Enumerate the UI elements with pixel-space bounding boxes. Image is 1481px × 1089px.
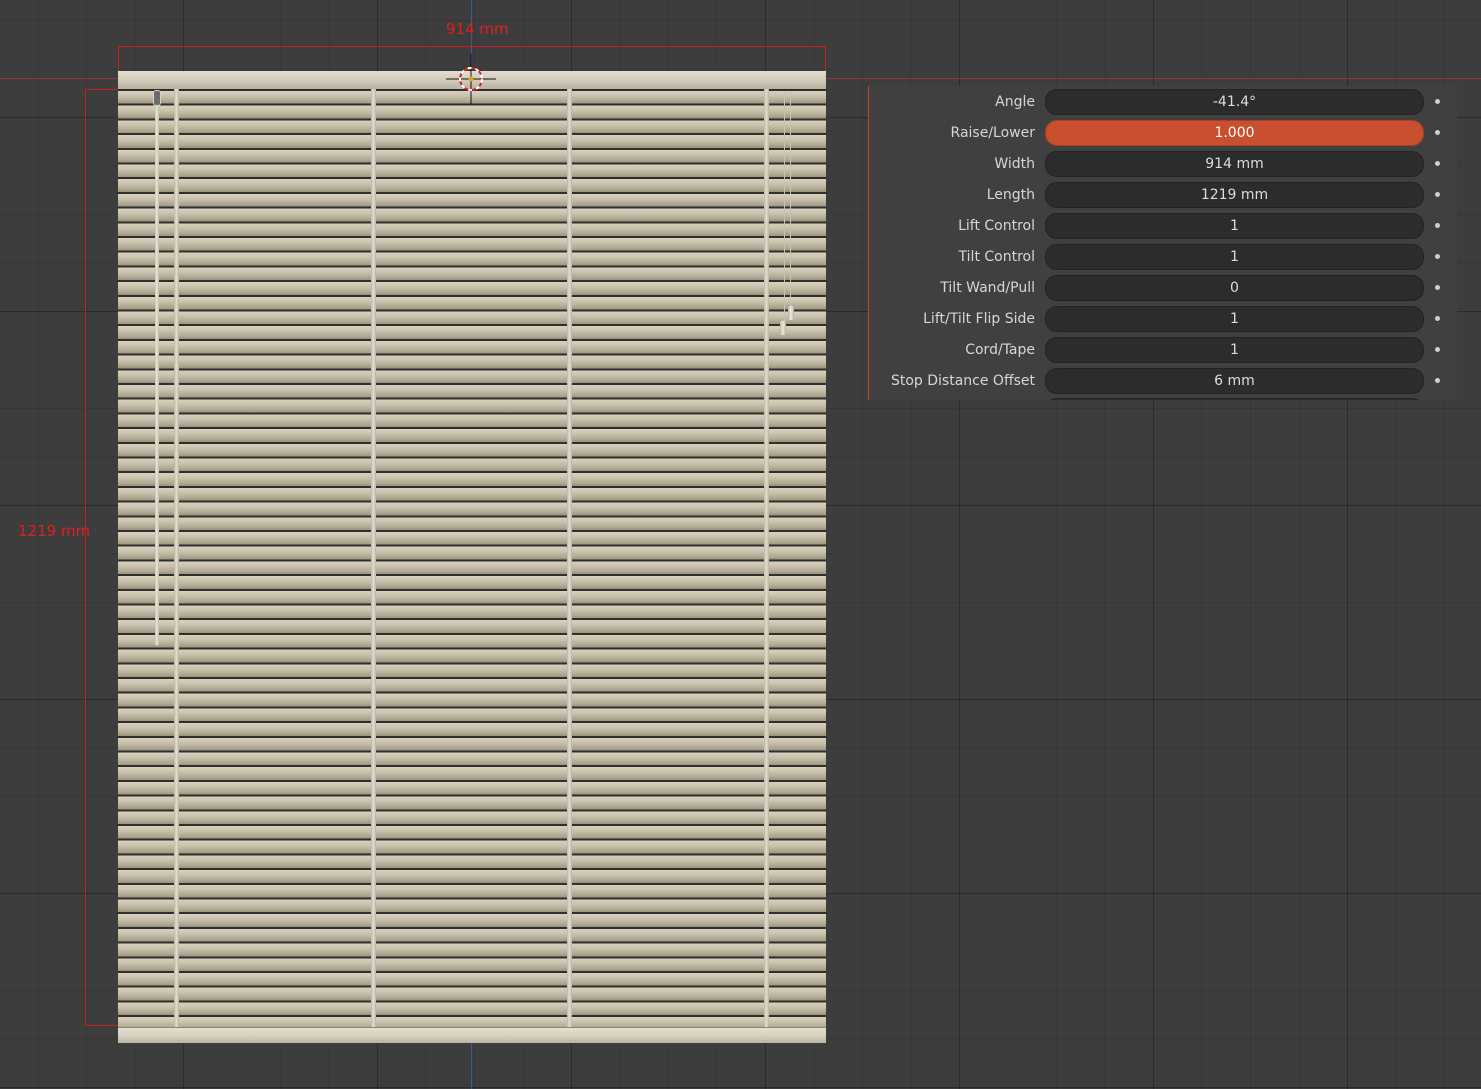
- prop-row-tilt-wand-pull: Tilt Wand/Pull 0: [869, 275, 1457, 301]
- stop-distance-offset-field[interactable]: 6 mm: [1045, 368, 1424, 394]
- ladder-tape: [764, 89, 769, 1035]
- lift-control-field[interactable]: 1: [1045, 213, 1424, 239]
- prop-row-angle: Angle -41.4°: [869, 89, 1457, 115]
- prop-label: Lift/Tilt Flip Side: [923, 311, 1035, 327]
- lift-cord: [790, 91, 791, 313]
- length-dimension-line: [85, 89, 118, 1026]
- 3d-cursor-icon[interactable]: [446, 54, 496, 104]
- keyframe-dot-icon[interactable]: [1435, 192, 1440, 197]
- length-dimension-label: 1219 mm: [18, 522, 91, 540]
- keyframe-dot-icon[interactable]: [1435, 378, 1440, 383]
- raise-lower-field[interactable]: 1.000: [1045, 120, 1424, 146]
- keyframe-dot-icon[interactable]: [1435, 254, 1440, 259]
- tilt-control-field[interactable]: 1: [1045, 244, 1424, 270]
- prop-label: Angle: [995, 94, 1035, 110]
- lift-cord: [784, 91, 785, 331]
- angle-field[interactable]: -41.4°: [1045, 89, 1424, 115]
- prop-label: Tilt Wand/Pull: [940, 280, 1035, 296]
- prop-row-cord-tape: Cord/Tape 1: [869, 337, 1457, 363]
- cord-tassel: [780, 321, 786, 335]
- cord-tassel: [788, 306, 794, 320]
- prop-row-width: Width 914 mm: [869, 151, 1457, 177]
- prop-row-lift-control: Lift Control 1: [869, 213, 1457, 239]
- tilt-wand-hook: [153, 90, 161, 106]
- length-field[interactable]: 1219 mm: [1045, 182, 1424, 208]
- prop-label: Width: [994, 156, 1035, 172]
- prop-label: Stop Distance Offset: [890, 373, 1035, 389]
- width-field[interactable]: 914 mm: [1045, 151, 1424, 177]
- tilt-wand: [155, 91, 159, 645]
- lift-tilt-flip-side-field[interactable]: 1: [1045, 306, 1424, 332]
- ladder-tape: [567, 89, 572, 1035]
- tilt-wand-pull-field[interactable]: 0: [1045, 275, 1424, 301]
- blind-slats: [118, 89, 826, 1027]
- keyframe-dot-icon[interactable]: [1435, 161, 1440, 166]
- prop-label: Raise/Lower: [950, 125, 1035, 141]
- keyframe-dot-icon[interactable]: [1435, 285, 1440, 290]
- keyframe-dot-icon[interactable]: [1435, 99, 1440, 104]
- prop-label: Lift Control: [958, 218, 1035, 234]
- ladder-tape: [174, 89, 179, 1035]
- prop-row-stop-distance-offset: Stop Distance Offset 6 mm: [869, 368, 1457, 394]
- keyframe-dot-icon[interactable]: [1435, 223, 1440, 228]
- prop-row-raise-lower: Raise/Lower 1.000: [869, 120, 1457, 146]
- prop-row-length: Length 1219 mm: [869, 182, 1457, 208]
- prop-row-tilt-control: Tilt Control 1: [869, 244, 1457, 270]
- prop-row-lift-tilt-flip-side: Lift/Tilt Flip Side 1: [869, 306, 1457, 332]
- prop-label: Tilt Control: [958, 249, 1035, 265]
- keyframe-dot-icon[interactable]: [1435, 347, 1440, 352]
- width-dimension-label: 914 mm: [446, 20, 509, 38]
- bottom-rail: [118, 1027, 826, 1043]
- prop-label: Length: [986, 187, 1035, 203]
- cord-tape-field[interactable]: 1: [1045, 337, 1424, 363]
- next-property-field[interactable]: [1045, 398, 1424, 400]
- prop-label: Cord/Tape: [965, 342, 1035, 358]
- keyframe-dot-icon[interactable]: [1435, 316, 1440, 321]
- ladder-tape: [371, 89, 376, 1035]
- properties-panel: Angle -41.4° Raise/Lower 1.000 Width 914…: [868, 86, 1457, 400]
- keyframe-dot-icon[interactable]: [1435, 130, 1440, 135]
